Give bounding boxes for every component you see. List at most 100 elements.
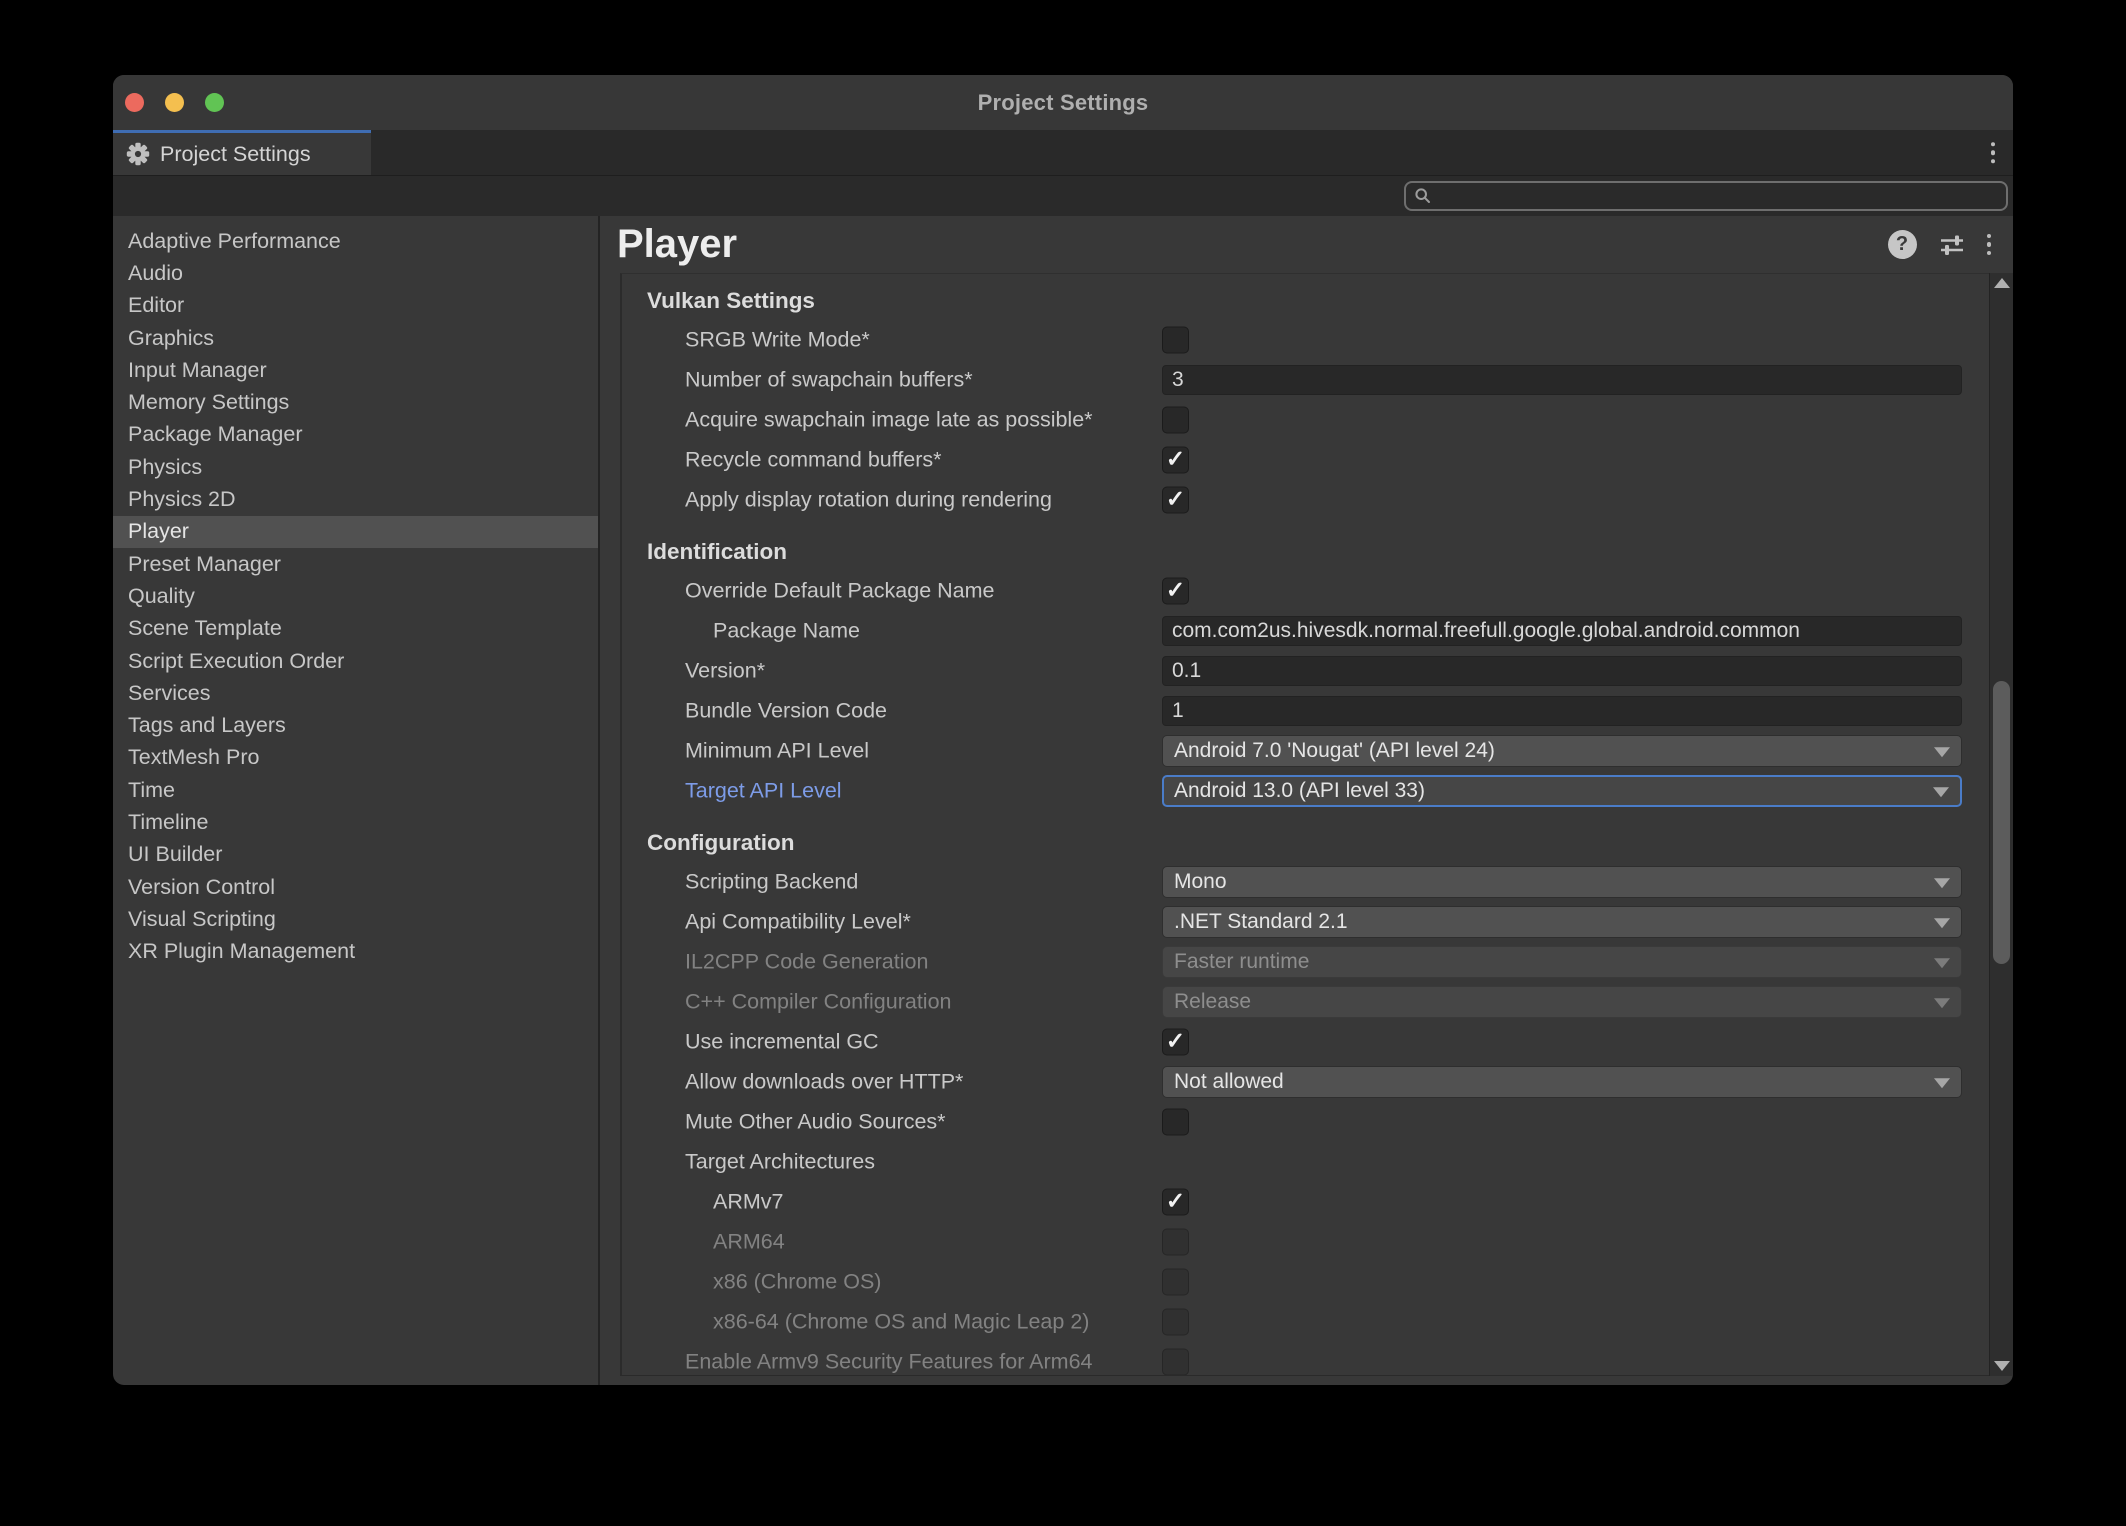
scroll-up-arrow-icon[interactable] bbox=[1994, 278, 2010, 288]
setting-row-apply-display-rotation-during-rendering: Apply display rotation during rendering✓ bbox=[622, 480, 1989, 520]
sidebar-item-scene-template[interactable]: Scene Template bbox=[113, 613, 598, 645]
setting-row-recycle-command-buffers: Recycle command buffers*✓ bbox=[622, 440, 1989, 480]
maximize-button[interactable] bbox=[205, 93, 224, 112]
minimize-button[interactable] bbox=[165, 93, 184, 112]
check-mark-icon: ✓ bbox=[1166, 1030, 1185, 1053]
chevron-down-icon bbox=[1933, 787, 1949, 797]
sidebar-item-label: Editor bbox=[128, 293, 184, 318]
setting-control bbox=[1162, 1349, 1189, 1376]
target-api-level-dropdown[interactable]: Android 13.0 (API level 33) bbox=[1162, 775, 1962, 807]
setting-row-x86-64-chrome-os-and-magic-leap-2: x86-64 (Chrome OS and Magic Leap 2) bbox=[622, 1302, 1989, 1342]
field-value: 3 bbox=[1172, 368, 1184, 392]
section-identification: IdentificationOverride Default Package N… bbox=[622, 533, 1989, 811]
search-input[interactable] bbox=[1404, 181, 2008, 211]
setting-row-enable-armv9-security-features-for-arm64: Enable Armv9 Security Features for Arm64 bbox=[622, 1342, 1989, 1376]
sidebar-item-label: Graphics bbox=[128, 326, 214, 351]
sidebar-item-time[interactable]: Time bbox=[113, 774, 598, 806]
setting-label: Version* bbox=[685, 659, 765, 684]
sidebar-item-label: TextMesh Pro bbox=[128, 745, 259, 770]
presets-icon[interactable] bbox=[1938, 231, 1966, 259]
setting-row-api-compatibility-level: Api Compatibility Level*.NET Standard 2.… bbox=[622, 902, 1989, 942]
titlebar[interactable]: Project Settings bbox=[113, 75, 2013, 130]
field-value: 0.1 bbox=[1172, 659, 1201, 683]
sidebar-item-ui-builder[interactable]: UI Builder bbox=[113, 839, 598, 871]
setting-label: x86-64 (Chrome OS and Magic Leap 2) bbox=[713, 1310, 1089, 1335]
package-name-field[interactable]: com.com2us.hivesdk.normal.freefull.googl… bbox=[1162, 616, 1962, 646]
sidebar-item-player[interactable]: Player bbox=[113, 516, 598, 548]
sidebar-item-visual-scripting[interactable]: Visual Scripting bbox=[113, 903, 598, 935]
setting-control: .NET Standard 2.1 bbox=[1162, 906, 1962, 938]
sidebar-item-script-execution-order[interactable]: Script Execution Order bbox=[113, 645, 598, 677]
settings-category-list: Adaptive PerformanceAudio Editor Graphics I… bbox=[113, 216, 598, 1385]
use-incremental-gc-checkbox[interactable]: ✓ bbox=[1162, 1029, 1189, 1056]
setting-label: x86 (Chrome OS) bbox=[713, 1270, 881, 1295]
mute-other-audio-sources-checkbox[interactable] bbox=[1162, 1109, 1189, 1136]
sidebar-item-editor[interactable]: Editor bbox=[113, 290, 598, 322]
sidebar-item-physics[interactable]: Physics bbox=[113, 451, 598, 483]
acquire-swapchain-image-late-as-possible-checkbox[interactable] bbox=[1162, 407, 1189, 434]
version-field[interactable]: 0.1 bbox=[1162, 656, 1962, 686]
setting-row-use-incremental-gc: Use incremental GC✓ bbox=[622, 1022, 1989, 1062]
setting-label: ARM64 bbox=[713, 1230, 785, 1255]
chevron-down-icon bbox=[1934, 958, 1950, 968]
section-title: Identification bbox=[622, 533, 1989, 571]
sidebar-item-version-control[interactable]: Version Control bbox=[113, 871, 598, 903]
setting-control: Release bbox=[1162, 986, 1962, 1018]
setting-label: Bundle Version Code bbox=[685, 699, 887, 724]
sidebar-item-tags-and-layers[interactable]: Tags and Layers bbox=[113, 709, 598, 741]
sidebar-item-audio[interactable]: Audio bbox=[113, 257, 598, 289]
sidebar-item-label: Physics bbox=[128, 455, 202, 480]
check-mark-icon: ✓ bbox=[1166, 579, 1185, 602]
setting-label: Package Name bbox=[713, 619, 860, 644]
sidebar-item-label: Script Execution Order bbox=[128, 649, 344, 674]
tab-project-settings[interactable]: Project Settings bbox=[113, 130, 371, 175]
apply-display-rotation-during-rendering-checkbox[interactable]: ✓ bbox=[1162, 487, 1189, 514]
sidebar-item-input-manager[interactable]: Input Manager bbox=[113, 354, 598, 386]
vertical-scrollbar[interactable] bbox=[1989, 273, 2013, 1376]
sidebar-item-package-manager[interactable]: Package Manager bbox=[113, 419, 598, 451]
chevron-down-icon bbox=[1934, 878, 1950, 888]
minimum-api-level-dropdown[interactable]: Android 7.0 'Nougat' (API level 24) bbox=[1162, 735, 1962, 767]
setting-control: Android 7.0 'Nougat' (API level 24) bbox=[1162, 735, 1962, 767]
dropdown-value: Release bbox=[1174, 990, 1251, 1014]
setting-control bbox=[1162, 1309, 1189, 1336]
setting-label: Target Architectures bbox=[685, 1150, 875, 1175]
section-title: Configuration bbox=[622, 824, 1989, 862]
setting-row-arm64: ARM64 bbox=[622, 1222, 1989, 1262]
setting-control bbox=[1162, 327, 1189, 354]
number-of-swapchain-buffers-field[interactable]: 3 bbox=[1162, 365, 1962, 395]
sidebar-item-memory-settings[interactable]: Memory Settings bbox=[113, 386, 598, 418]
close-button[interactable] bbox=[125, 93, 144, 112]
setting-row-number-of-swapchain-buffers: Number of swapchain buffers*3 bbox=[622, 360, 1989, 400]
help-icon[interactable]: ? bbox=[1888, 230, 1917, 259]
sidebar-item-xr-plugin-management[interactable]: XR Plugin Management bbox=[113, 936, 598, 968]
bundle-version-code-field[interactable]: 1 bbox=[1162, 696, 1962, 726]
setting-label: C++ Compiler Configuration bbox=[685, 990, 952, 1015]
setting-row-target-architectures: Target Architectures bbox=[622, 1142, 1989, 1182]
armv7-checkbox[interactable]: ✓ bbox=[1162, 1189, 1189, 1216]
recycle-command-buffers-checkbox[interactable]: ✓ bbox=[1162, 447, 1189, 474]
more-options-kebab-icon[interactable] bbox=[1987, 234, 1992, 256]
override-default-package-name-checkbox[interactable]: ✓ bbox=[1162, 578, 1189, 605]
sidebar-item-physics-2d[interactable]: Physics 2D bbox=[113, 483, 598, 515]
dropdown-value: .NET Standard 2.1 bbox=[1174, 910, 1348, 934]
scrollbar-thumb[interactable] bbox=[1993, 681, 2010, 964]
sidebar-item-preset-manager[interactable]: Preset Manager bbox=[113, 548, 598, 580]
main-area: Adaptive PerformanceAudio Editor Graphics I… bbox=[113, 216, 2013, 1385]
scripting-backend-dropdown[interactable]: Mono bbox=[1162, 866, 1962, 898]
sidebar-item-graphics[interactable]: Graphics bbox=[113, 322, 598, 354]
tab-bar: Project Settings bbox=[113, 130, 2013, 175]
sidebar-item-timeline[interactable]: Timeline bbox=[113, 806, 598, 838]
sidebar-item-services[interactable]: Services bbox=[113, 677, 598, 709]
allow-downloads-over-http-dropdown[interactable]: Not allowed bbox=[1162, 1066, 1962, 1098]
sidebar-item-label: UI Builder bbox=[128, 842, 222, 867]
api-compatibility-level-dropdown[interactable]: .NET Standard 2.1 bbox=[1162, 906, 1962, 938]
sidebar-item-textmesh-pro[interactable]: TextMesh Pro bbox=[113, 742, 598, 774]
sidebar-item-quality[interactable]: Quality bbox=[113, 580, 598, 612]
setting-control bbox=[1162, 1109, 1189, 1136]
tab-bar-menu-kebab-icon[interactable] bbox=[1991, 142, 1996, 164]
srgb-write-mode-checkbox[interactable] bbox=[1162, 327, 1189, 354]
scroll-down-arrow-icon[interactable] bbox=[1994, 1361, 2010, 1371]
sidebar-item-adaptive-performance[interactable]: Adaptive Performance bbox=[113, 225, 598, 257]
traffic-lights bbox=[125, 75, 224, 130]
